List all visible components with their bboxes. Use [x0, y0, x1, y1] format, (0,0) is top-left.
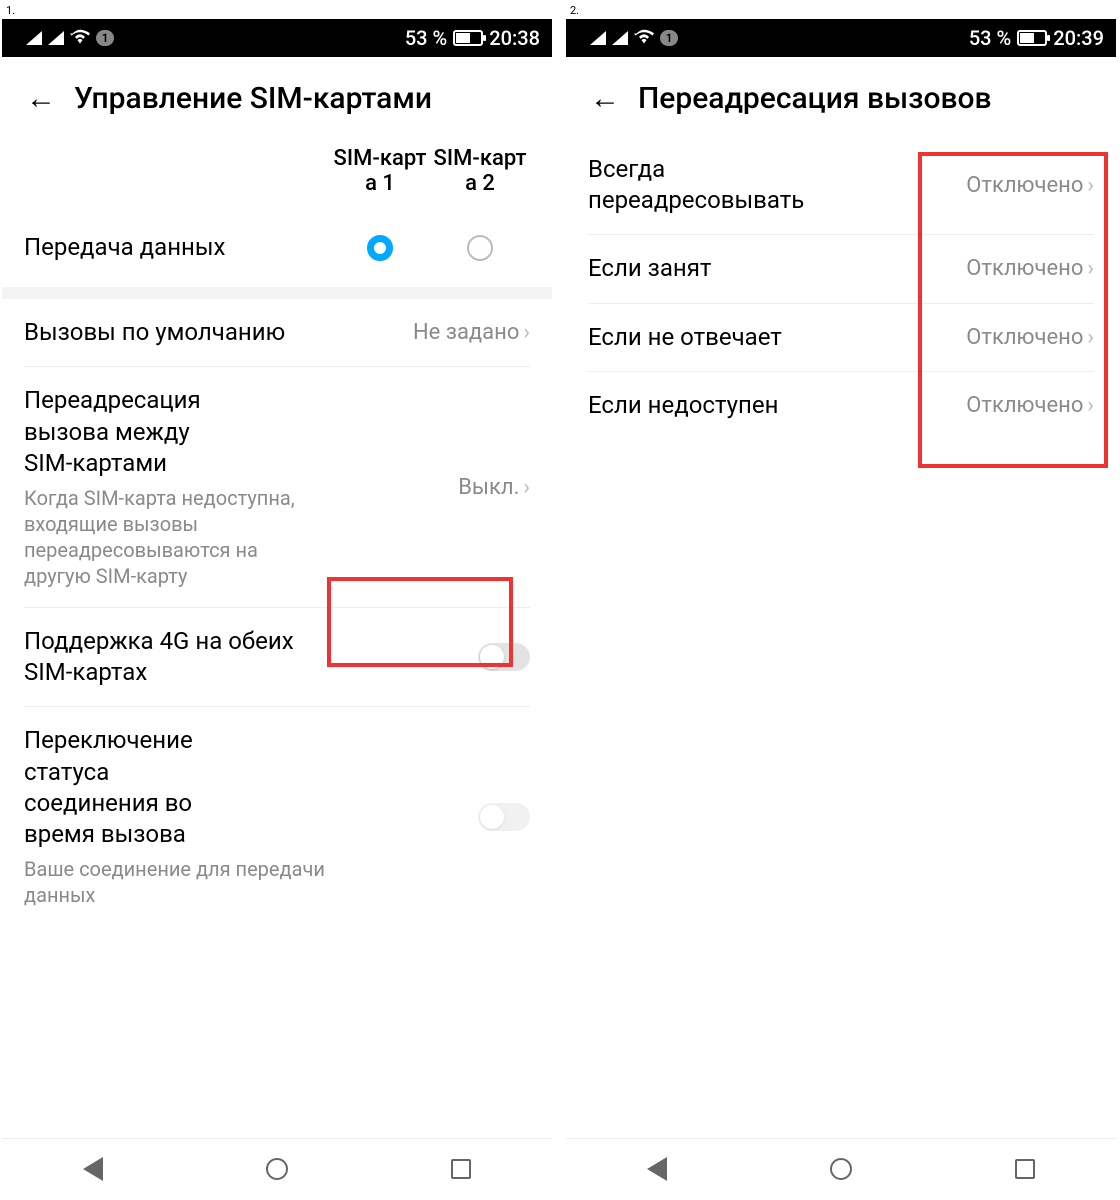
- nav-home-icon[interactable]: [830, 1158, 852, 1180]
- chevron-right-icon: ›: [1087, 173, 1094, 198]
- sim-col-2: SIM-карта 2: [430, 146, 530, 196]
- clock: 20:39: [1053, 26, 1104, 50]
- default-calls-value: Не задано: [413, 320, 519, 345]
- sim-badge: 1: [96, 30, 114, 46]
- dual-4g-label: Поддержка 4G на обеих SIM-картах: [24, 626, 328, 688]
- page-title: Переадресация вызовов: [638, 81, 992, 116]
- chevron-right-icon: ›: [523, 320, 530, 345]
- signal-icon: [48, 31, 64, 45]
- sim-badge: 1: [660, 30, 678, 46]
- app-bar: ← Переадресация вызовов: [566, 57, 1116, 136]
- page-title: Управление SIM-картами: [74, 81, 432, 116]
- if-no-answer-value: Отключено: [966, 325, 1083, 350]
- back-arrow-icon[interactable]: ←: [590, 84, 620, 114]
- switch-connection-sub: Ваше соединение для передачи данных: [24, 856, 378, 908]
- always-forward-label: Всегда переадресовывать: [588, 154, 841, 216]
- if-busy-label: Если занят: [588, 253, 711, 284]
- if-unreachable-value: Отключено: [966, 393, 1083, 418]
- if-no-answer-label: Если не отвечает: [588, 322, 782, 353]
- data-transfer-label: Передача данных: [24, 232, 330, 263]
- screenshot-1: 1. 1 53 % 20:38 ← Управление SIM-картами…: [2, 2, 552, 1198]
- screenshot-2: 2. 1 53 % 20:39 ← Переадресация вызовов …: [566, 2, 1116, 1198]
- chevron-right-icon: ›: [1087, 256, 1094, 281]
- switch-connection-label: Переключение статуса соединения во время…: [24, 725, 237, 850]
- battery-icon: [1017, 30, 1047, 46]
- if-unreachable-label: Если недоступен: [588, 390, 778, 421]
- chevron-right-icon: ›: [1087, 325, 1094, 350]
- default-calls-label: Вызовы по умолчанию: [24, 317, 285, 348]
- dual-4g-toggle[interactable]: [478, 643, 530, 671]
- wifi-icon: [70, 28, 90, 49]
- radio-sim2[interactable]: [467, 235, 493, 261]
- if-busy-value: Отключено: [966, 256, 1083, 281]
- row-if-unreachable[interactable]: Если недоступен Отключено ›: [588, 372, 1094, 439]
- status-bar: 1 53 % 20:39: [566, 19, 1116, 57]
- nav-bar: [2, 1138, 552, 1198]
- always-forward-value: Отключено: [966, 173, 1083, 198]
- switch-connection-toggle[interactable]: [478, 803, 530, 831]
- row-data-transfer[interactable]: Передача данных: [24, 214, 530, 287]
- back-arrow-icon[interactable]: ←: [26, 84, 56, 114]
- step-number-2: 2.: [566, 2, 1116, 19]
- row-if-busy[interactable]: Если занят Отключено ›: [588, 235, 1094, 303]
- chevron-right-icon: ›: [523, 475, 530, 500]
- nav-bar: [566, 1138, 1116, 1198]
- status-bar: 1 53 % 20:38: [2, 19, 552, 57]
- nav-back-icon[interactable]: [83, 1157, 103, 1181]
- nav-back-icon[interactable]: [647, 1157, 667, 1181]
- row-call-forwarding-sim[interactable]: Переадресация вызова между SIM-картами К…: [24, 367, 530, 608]
- nav-home-icon[interactable]: [266, 1158, 288, 1180]
- app-bar: ← Управление SIM-картами: [2, 57, 552, 136]
- section-divider: [2, 287, 552, 299]
- row-if-no-answer[interactable]: Если не отвечает Отключено ›: [588, 304, 1094, 372]
- wifi-icon: [634, 28, 654, 49]
- row-always-forward[interactable]: Всегда переадресовывать Отключено ›: [588, 136, 1094, 235]
- call-forwarding-value: Выкл.: [458, 475, 519, 500]
- call-forwarding-label: Переадресация вызова между SIM-картами: [24, 385, 191, 479]
- signal-icon: [612, 31, 628, 45]
- chevron-right-icon: ›: [1087, 393, 1094, 418]
- step-number-1: 1.: [2, 2, 552, 19]
- clock: 20:38: [489, 26, 540, 50]
- row-dual-4g[interactable]: Поддержка 4G на обеих SIM-картах: [24, 608, 530, 707]
- row-switch-connection[interactable]: Переключение статуса соединения во время…: [24, 707, 530, 926]
- signal-icon: [26, 31, 42, 45]
- signal-icon: [590, 31, 606, 45]
- call-forwarding-sub: Когда SIM-карта недоступна, входящие выз…: [24, 485, 302, 589]
- battery-percent: 53 %: [405, 26, 447, 50]
- radio-sim1[interactable]: [367, 235, 393, 261]
- sim-columns-header: SIM-карта 1 SIM-карта 2: [24, 136, 530, 214]
- row-default-calls[interactable]: Вызовы по умолчанию Не задано ›: [24, 299, 530, 367]
- battery-percent: 53 %: [969, 26, 1011, 50]
- nav-recent-icon[interactable]: [451, 1159, 471, 1179]
- sim-col-1: SIM-карта 1: [330, 146, 430, 196]
- nav-recent-icon[interactable]: [1015, 1159, 1035, 1179]
- battery-icon: [453, 30, 483, 46]
